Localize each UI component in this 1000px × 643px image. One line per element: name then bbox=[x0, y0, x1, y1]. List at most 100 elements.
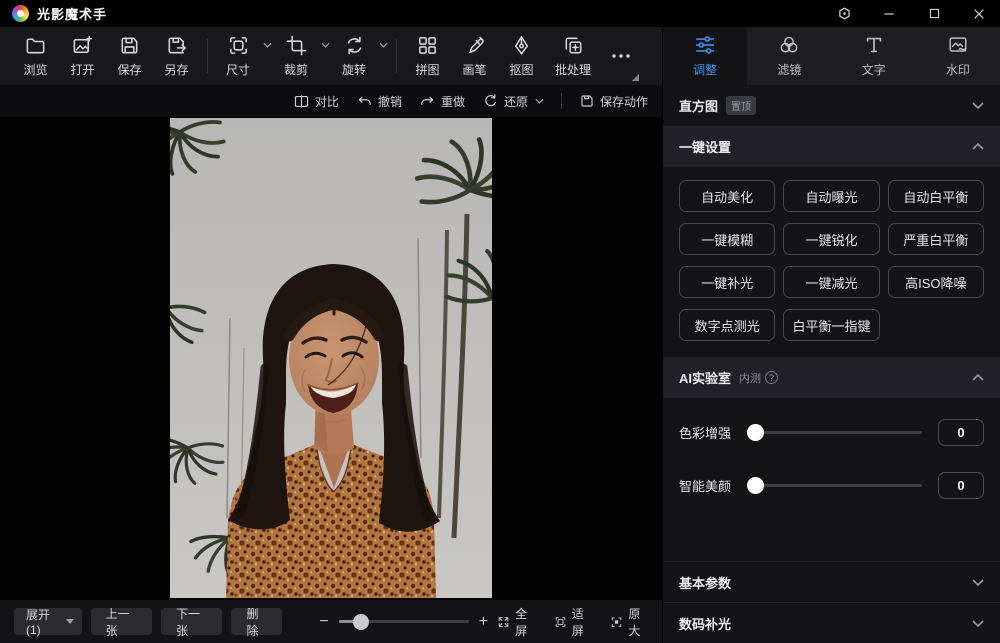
tab-watermark[interactable]: 水印 bbox=[916, 27, 1000, 85]
next-button[interactable]: 下一张 bbox=[161, 608, 222, 635]
chevron-down-icon bbox=[321, 42, 330, 48]
crop-button[interactable]: 裁剪 bbox=[273, 34, 331, 78]
expand-filmstrip-button[interactable]: 展开(1) bbox=[14, 608, 82, 635]
color-enhance-label: 色彩增强 bbox=[679, 423, 737, 442]
digital-fill-light-title: 数码补光 bbox=[679, 614, 731, 633]
fit-screen-label: 适屏 bbox=[572, 605, 592, 639]
brush-icon bbox=[463, 34, 486, 57]
save-button[interactable]: 保存 bbox=[106, 34, 153, 78]
smart-beauty-slider[interactable] bbox=[749, 484, 922, 487]
tab-adjust[interactable]: 调整 bbox=[663, 27, 747, 85]
next-label: 下一张 bbox=[176, 605, 207, 639]
brush-button[interactable]: 画笔 bbox=[451, 34, 498, 78]
auto-exposure-button[interactable]: 自动曝光 bbox=[783, 180, 879, 212]
chevron-up-icon[interactable] bbox=[972, 374, 984, 381]
chevron-down-icon bbox=[379, 42, 388, 48]
zoom-slider[interactable] bbox=[339, 620, 469, 623]
sliders-icon bbox=[694, 34, 716, 56]
auto-white-balance-button[interactable]: 自动白平衡 bbox=[888, 180, 984, 212]
help-icon[interactable]: ? bbox=[765, 371, 778, 384]
smart-beauty-value[interactable]: 0 bbox=[938, 472, 984, 499]
digital-fill-light-section-header[interactable]: 数码补光 bbox=[663, 602, 1000, 643]
batch-label: 批处理 bbox=[555, 61, 591, 78]
resize-icon bbox=[227, 34, 250, 57]
histogram-section-header[interactable]: 直方图 置顶 bbox=[663, 85, 1000, 126]
delete-button[interactable]: 删除 bbox=[231, 608, 282, 635]
settings-gear-icon[interactable] bbox=[835, 5, 853, 23]
histogram-title: 直方图 bbox=[679, 96, 718, 115]
ai-lab-section-header[interactable]: AI实验室 内测 ? bbox=[663, 357, 1000, 398]
zoom-slider-handle[interactable] bbox=[353, 614, 369, 630]
text-icon bbox=[863, 34, 885, 56]
smart-beauty-slider-handle[interactable] bbox=[747, 477, 764, 494]
tab-watermark-label: 水印 bbox=[946, 61, 970, 78]
crop-label: 裁剪 bbox=[284, 61, 308, 78]
cutout-button[interactable]: 抠图 bbox=[498, 34, 545, 78]
toolbar-separator bbox=[561, 93, 562, 109]
collage-label: 拼图 bbox=[415, 61, 439, 78]
rotate-icon bbox=[343, 34, 366, 57]
expand-label: 展开(1) bbox=[26, 606, 58, 637]
previous-button[interactable]: 上一张 bbox=[91, 608, 152, 635]
save-as-button[interactable]: 另存 bbox=[153, 34, 200, 78]
smart-beauty-label: 智能美颜 bbox=[679, 476, 737, 495]
redo-button[interactable]: 重做 bbox=[419, 93, 465, 110]
save-action-button[interactable]: 保存动作 bbox=[579, 93, 648, 110]
chevron-up-icon[interactable] bbox=[972, 143, 984, 150]
tab-filters[interactable]: 滤镜 bbox=[747, 27, 831, 85]
collage-button[interactable]: 拼图 bbox=[404, 34, 451, 78]
open-button[interactable]: 打开 bbox=[59, 34, 106, 78]
browse-button[interactable]: 浏览 bbox=[12, 34, 59, 78]
one-key-dim-light-button[interactable]: 一键减光 bbox=[783, 266, 879, 298]
zoom-in-button[interactable]: + bbox=[479, 613, 488, 631]
save-as-icon bbox=[165, 34, 188, 57]
cutout-label: 抠图 bbox=[509, 61, 533, 78]
tab-text[interactable]: 文字 bbox=[832, 27, 916, 85]
resize-label: 尺寸 bbox=[226, 61, 250, 78]
maximize-icon[interactable] bbox=[925, 5, 943, 23]
delete-label: 删除 bbox=[246, 605, 267, 639]
white-balance-one-touch-button[interactable]: 白平衡一指键 bbox=[783, 309, 879, 341]
batch-button[interactable]: 批处理 bbox=[545, 34, 601, 78]
color-enhance-slider-handle[interactable] bbox=[747, 424, 764, 441]
severe-white-balance-button[interactable]: 严重白平衡 bbox=[888, 223, 984, 255]
resize-button[interactable]: 尺寸 bbox=[215, 34, 273, 78]
undo-button[interactable]: 撤销 bbox=[356, 93, 402, 110]
rotate-button[interactable]: 旋转 bbox=[331, 34, 389, 78]
open-image-icon bbox=[71, 34, 94, 57]
chevron-down-icon[interactable] bbox=[972, 579, 984, 586]
one-key-blur-button[interactable]: 一键模糊 bbox=[679, 223, 775, 255]
titlebar: 光影魔术手 bbox=[0, 0, 1000, 27]
ellipsis-icon bbox=[608, 43, 634, 69]
redo-label: 重做 bbox=[441, 93, 465, 110]
adjust-panel: 直方图 置顶 一键设置 自动美化 自动曝光 自动白平衡 一键模糊 一键锐化 严重… bbox=[663, 85, 1000, 643]
more-tools-button[interactable] bbox=[601, 43, 641, 69]
minimize-icon[interactable] bbox=[880, 5, 898, 23]
one-key-section-header[interactable]: 一键设置 bbox=[663, 126, 1000, 167]
chevron-down-icon[interactable] bbox=[972, 620, 984, 627]
compare-button[interactable]: 对比 bbox=[293, 93, 339, 110]
one-key-fill-light-button[interactable]: 一键补光 bbox=[679, 266, 775, 298]
restore-button[interactable]: 还原 bbox=[482, 93, 544, 110]
fullscreen-button[interactable]: 全屏 bbox=[497, 605, 535, 639]
basic-params-section-header[interactable]: 基本参数 bbox=[663, 561, 1000, 602]
color-enhance-value[interactable]: 0 bbox=[938, 419, 984, 446]
close-icon[interactable] bbox=[970, 5, 988, 23]
main-toolbar: 浏览 打开 保存 另存 bbox=[0, 27, 662, 85]
one-key-sharpen-button[interactable]: 一键锐化 bbox=[783, 223, 879, 255]
bottom-bar: 展开(1) 上一张 下一张 删除 − + 全屏 bbox=[0, 600, 662, 643]
edit-toolbar: 对比 撤销 重做 还原 bbox=[0, 85, 662, 117]
high-iso-denoise-button[interactable]: 高ISO降噪 bbox=[888, 266, 984, 298]
auto-beautify-button[interactable]: 自动美化 bbox=[679, 180, 775, 212]
save-icon bbox=[118, 34, 141, 57]
fit-screen-button[interactable]: 适屏 bbox=[554, 605, 592, 639]
brush-label: 画笔 bbox=[462, 61, 486, 78]
digital-spot-metering-button[interactable]: 数字点测光 bbox=[679, 309, 775, 341]
color-enhance-slider[interactable] bbox=[749, 431, 922, 434]
compare-icon bbox=[293, 93, 310, 110]
fullscreen-icon bbox=[497, 614, 510, 630]
smart-beauty-row: 智能美颜 0 bbox=[679, 459, 984, 512]
zoom-out-button[interactable]: − bbox=[319, 613, 328, 631]
original-size-button[interactable]: 原大 bbox=[610, 605, 648, 639]
chevron-down-icon[interactable] bbox=[972, 102, 984, 109]
